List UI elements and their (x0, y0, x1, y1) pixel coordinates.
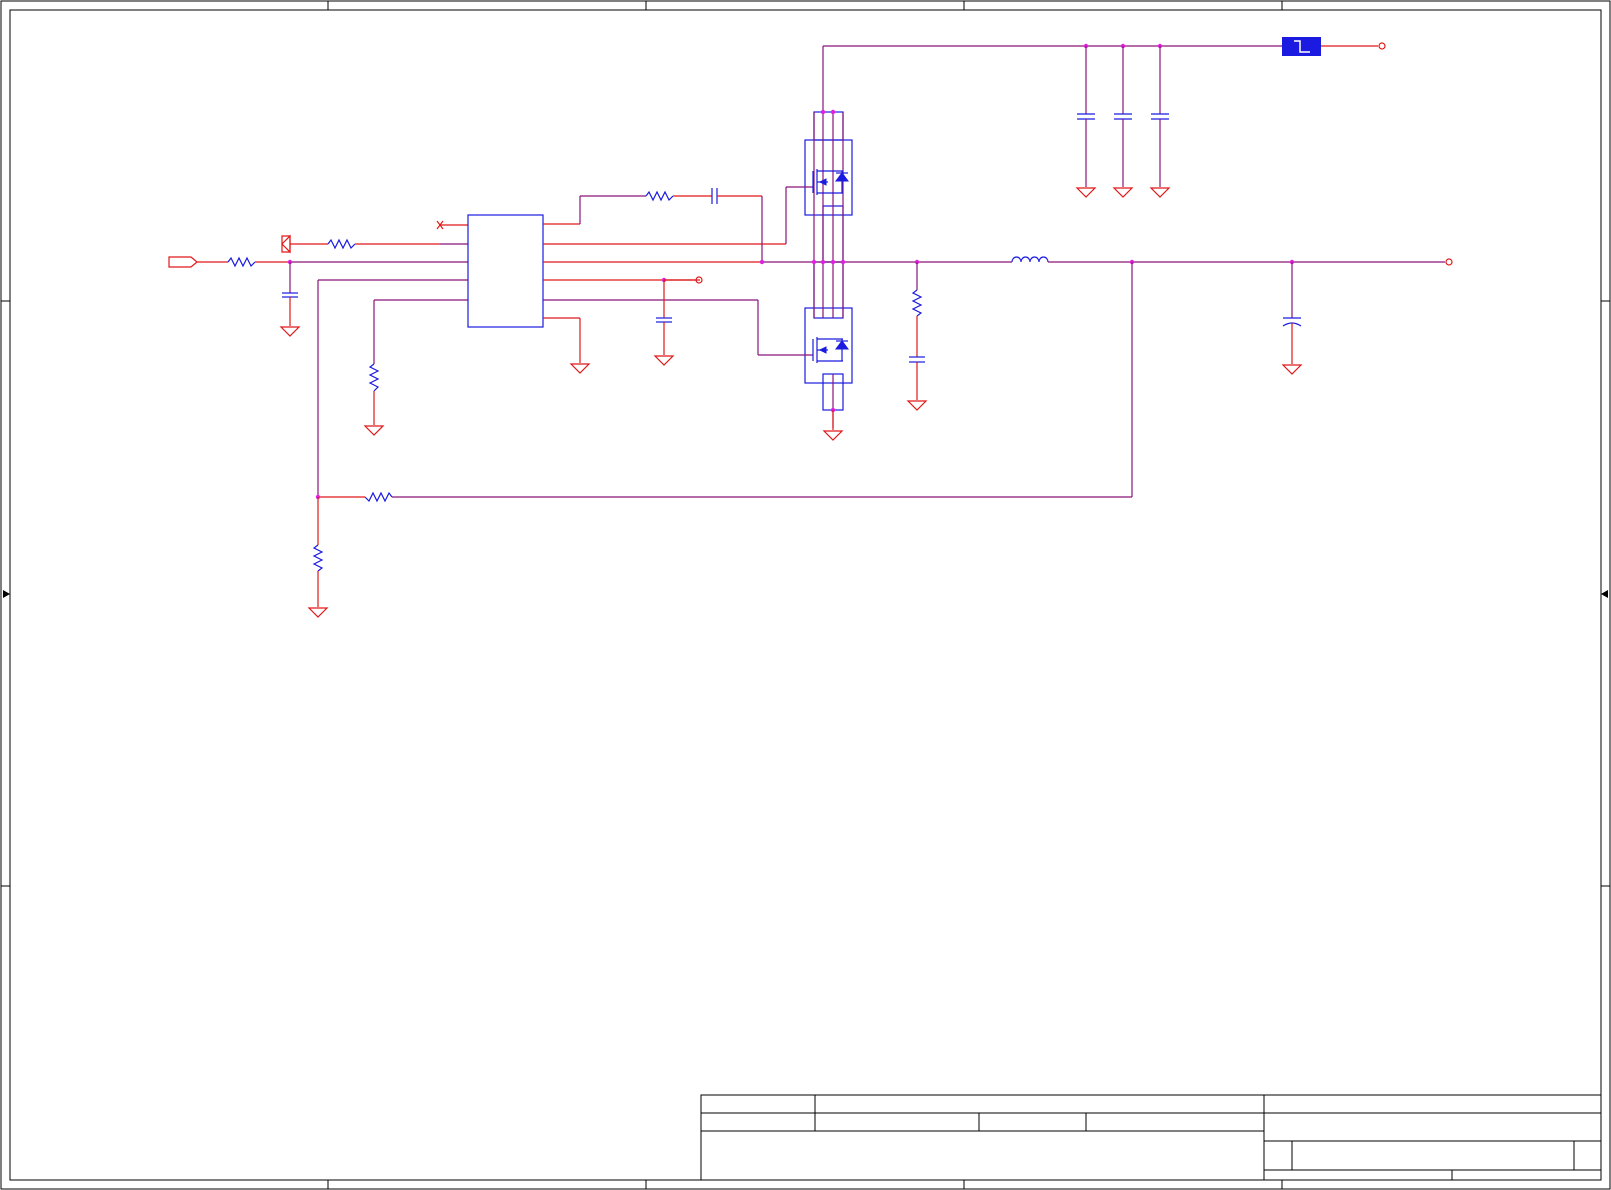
vout-terminal (1445, 258, 1453, 266)
ground-icon (653, 355, 675, 366)
ground-icon (906, 400, 928, 411)
high-side-mosfet (785, 111, 853, 263)
input-ferrite-bead (1282, 37, 1321, 56)
schematic-sheet (0, 0, 1611, 1190)
supply-arrow-icon (281, 235, 291, 253)
ground-icon (1112, 187, 1134, 198)
input-section (168, 220, 468, 497)
boot-resistor (645, 190, 674, 202)
controller-ic (467, 214, 544, 328)
output-inductor (1011, 256, 1049, 263)
low-side-mosfet (757, 261, 853, 441)
feedback-top-resistor (364, 491, 393, 503)
input-port-icon (168, 256, 198, 268)
ground-icon (279, 326, 301, 337)
ground-icon (363, 425, 385, 436)
snubber-resistor (911, 289, 923, 317)
supply-resistor (327, 238, 356, 250)
ground-icon (1149, 187, 1171, 198)
set-resistor (368, 363, 380, 392)
vin-terminal (1378, 42, 1386, 50)
input-rail (820, 37, 1386, 198)
output-section (307, 256, 1453, 618)
bootstrap-network (579, 188, 763, 262)
title-block (700, 1094, 1602, 1181)
ground-icon (1281, 364, 1303, 375)
ground-icon (1075, 187, 1097, 198)
input-resistor (227, 256, 256, 268)
ground-icon (822, 430, 844, 441)
ground-icon (569, 363, 591, 374)
vcc-decoupling (653, 276, 703, 366)
ground-icon (307, 607, 329, 618)
feedback-bottom-resistor (312, 544, 324, 572)
